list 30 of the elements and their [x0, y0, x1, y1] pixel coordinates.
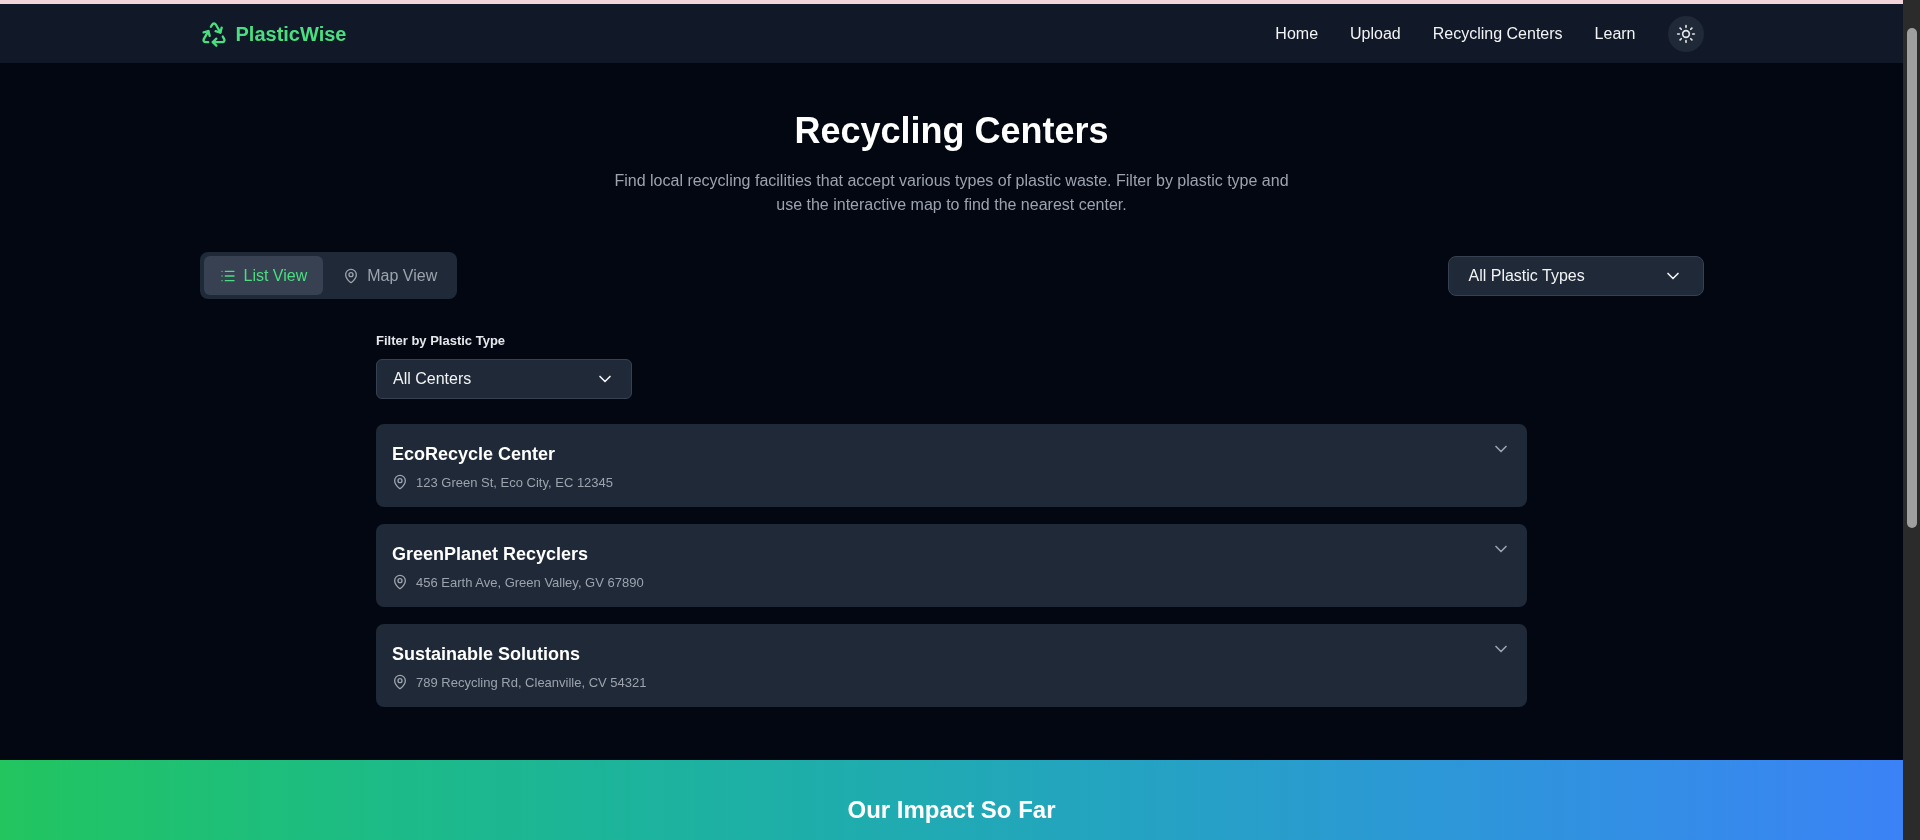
plastic-type-dropdown[interactable]: All Plastic Types [1447, 255, 1704, 296]
center-name: GreenPlanet Recyclers [392, 542, 590, 565]
center-filter-dropdown[interactable]: All Centers [376, 358, 632, 399]
view-tab[interactable]: List View [203, 256, 324, 295]
center-card[interactable]: EcoRecycle Center 123 Green St, Eco City, EC 12345 [376, 423, 1527, 507]
sun-icon [1675, 23, 1696, 44]
center-address: 456 Earth Ave, Green Valley, GV 67890 [416, 573, 644, 592]
scrollbar[interactable] [1903, 0, 1920, 840]
page-subtitle: Find local recycling facilities that accept various types of plastic waste. Filter by plastic type and use the interactive map to find the nearest center. [613, 171, 1290, 215]
map-pin-icon [392, 574, 408, 591]
impact-title: Our Impact So Far [847, 796, 1056, 825]
center-address: 789 Recycling Rd, Cleanville, CV 54321 [416, 673, 647, 692]
nav-link[interactable]: Home [1275, 21, 1319, 46]
map-pin-icon [392, 474, 408, 491]
nav-link[interactable]: Upload [1350, 21, 1401, 46]
view-tab[interactable]: Map View [327, 256, 454, 295]
filter-label: Filter by Plastic Type [376, 332, 507, 350]
theme-toggle-button[interactable] [1667, 15, 1704, 52]
map-pin-icon [343, 267, 360, 284]
nav-link[interactable]: Recycling Centers [1432, 21, 1563, 46]
map-pin-icon [392, 674, 408, 691]
center-card[interactable]: Sustainable Solutions 789 Recycling Rd, Cleanville, CV 54321 [376, 623, 1527, 707]
page-title: Recycling Centers [793, 109, 1110, 153]
center-name: EcoRecycle Center [392, 442, 557, 465]
brand-name[interactable]: PlasticWise [235, 18, 347, 49]
center-name: Sustainable Solutions [392, 642, 582, 665]
center-card[interactable]: GreenPlanet Recyclers 456 Earth Ave, Green Valley, GV 67890 [376, 523, 1527, 607]
center-address: 123 Green St, Eco City, EC 12345 [416, 473, 614, 492]
nav-link[interactable]: Learn [1594, 21, 1636, 46]
recycle-logo-icon [199, 19, 228, 48]
